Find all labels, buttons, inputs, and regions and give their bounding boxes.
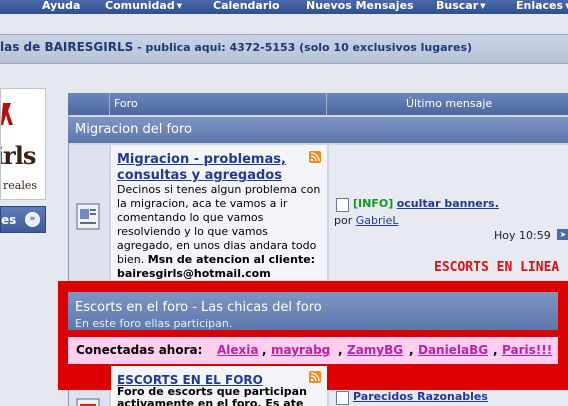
online-user-link[interactable]: ZamyBG: [347, 343, 403, 357]
separator: ,: [338, 343, 343, 357]
page-title: las de BAIRESGIRLS - publica aqui: 4372-…: [0, 40, 472, 54]
last-post-author-line: por GabrieL: [334, 214, 398, 227]
category-subtitle: En este foro ellas participan.: [75, 317, 233, 330]
online-user-link[interactable]: Alexia: [217, 343, 259, 357]
separator: ,: [493, 343, 498, 357]
page-title-subtitle: - publica aqui: 4372-5153 (solo 10 exclu…: [133, 41, 473, 54]
separator: ,: [409, 343, 414, 357]
last-post-title: [INFO] ocultar banners.: [353, 197, 499, 210]
online-user-link[interactable]: DanielaBG: [418, 343, 488, 357]
online-user-link[interactable]: Paris!!!: [502, 343, 552, 357]
forum-description: Foro de escorts que participan activamen…: [117, 385, 307, 406]
escorts-online-banner: ESCORTS EN LINEA: [434, 260, 560, 275]
header-last-post-label: Último mensaje: [406, 97, 493, 110]
separator: ,: [262, 343, 267, 357]
page-title-main: las de BAIRESGIRLS: [0, 40, 134, 54]
chevron-down-icon: ▼: [176, 2, 183, 10]
nav-calendario[interactable]: Calendario: [213, 0, 280, 13]
category-title[interactable]: Migracion del foro: [75, 122, 192, 137]
header-forum-cell: Foro: [110, 93, 327, 115]
logo-tagline: reales: [3, 179, 37, 192]
last-post-time: Hoy 10:59: [494, 229, 551, 242]
table-header: Foro Último mensaje: [68, 93, 568, 115]
nav-comunidad-label: Comunidad: [105, 0, 175, 12]
nav-comunidad[interactable]: Comunidad ▼: [105, 0, 182, 13]
last-post-by-prefix: por: [334, 214, 353, 227]
nav-buscar-label: Buscar: [436, 0, 479, 12]
logo-text: irls: [1, 141, 36, 170]
forum-status-icon: [76, 398, 100, 406]
last-post-tag: [INFO]: [353, 197, 394, 210]
forum-msn-label: Msn de atencion al cliente:: [147, 253, 316, 266]
nav-buscar[interactable]: Buscar ▼: [436, 0, 486, 13]
online-now-label: Conectadas ahora:: [76, 343, 203, 357]
online-user-link[interactable]: mayrabg: [271, 343, 330, 357]
forum-msn-address: bairesgirls@hotmail.com: [117, 267, 271, 280]
logo-figure-icon: [1, 103, 13, 125]
rss-icon[interactable]: [309, 371, 321, 383]
chevron-down-icon: ▼: [480, 2, 486, 10]
header-icon-cell: [68, 93, 110, 115]
category-title-escorts[interactable]: Escorts en el foro - Las chicas del foro: [75, 300, 322, 315]
nav-enlaces-label: Enlaces: [516, 0, 564, 12]
last-post-link[interactable]: Parecidos Razonables: [353, 390, 488, 403]
sidebar-button-label: es: [1, 213, 17, 227]
header-last-post-cell: Último mensaje: [328, 93, 568, 115]
go-to-last-post-icon[interactable]: ➤: [557, 229, 568, 240]
last-post-author[interactable]: GabrieL: [356, 214, 399, 227]
site-logo[interactable]: irls reales: [0, 88, 46, 200]
post-icon: [336, 198, 349, 212]
forum-link-migracion[interactable]: Migracion - problemas, consultas y agreg…: [117, 152, 297, 184]
last-post-link[interactable]: ocultar banners.: [397, 197, 499, 210]
forum-description: Decinos si tenes algun problema con la m…: [117, 183, 325, 281]
collapse-icon: »: [25, 212, 40, 227]
rss-icon[interactable]: [309, 151, 321, 163]
forum-status-icon: [76, 203, 100, 230]
header-forum-label: Foro: [114, 97, 138, 110]
nav-enlaces[interactable]: Enlaces ▼: [516, 0, 568, 13]
post-icon: [336, 391, 349, 405]
nav-ayuda[interactable]: Ayuda: [42, 0, 80, 13]
sidebar-toggle-button[interactable]: es »: [0, 206, 46, 233]
nav-nuevos-mensajes[interactable]: Nuevos Mensajes: [306, 0, 414, 13]
